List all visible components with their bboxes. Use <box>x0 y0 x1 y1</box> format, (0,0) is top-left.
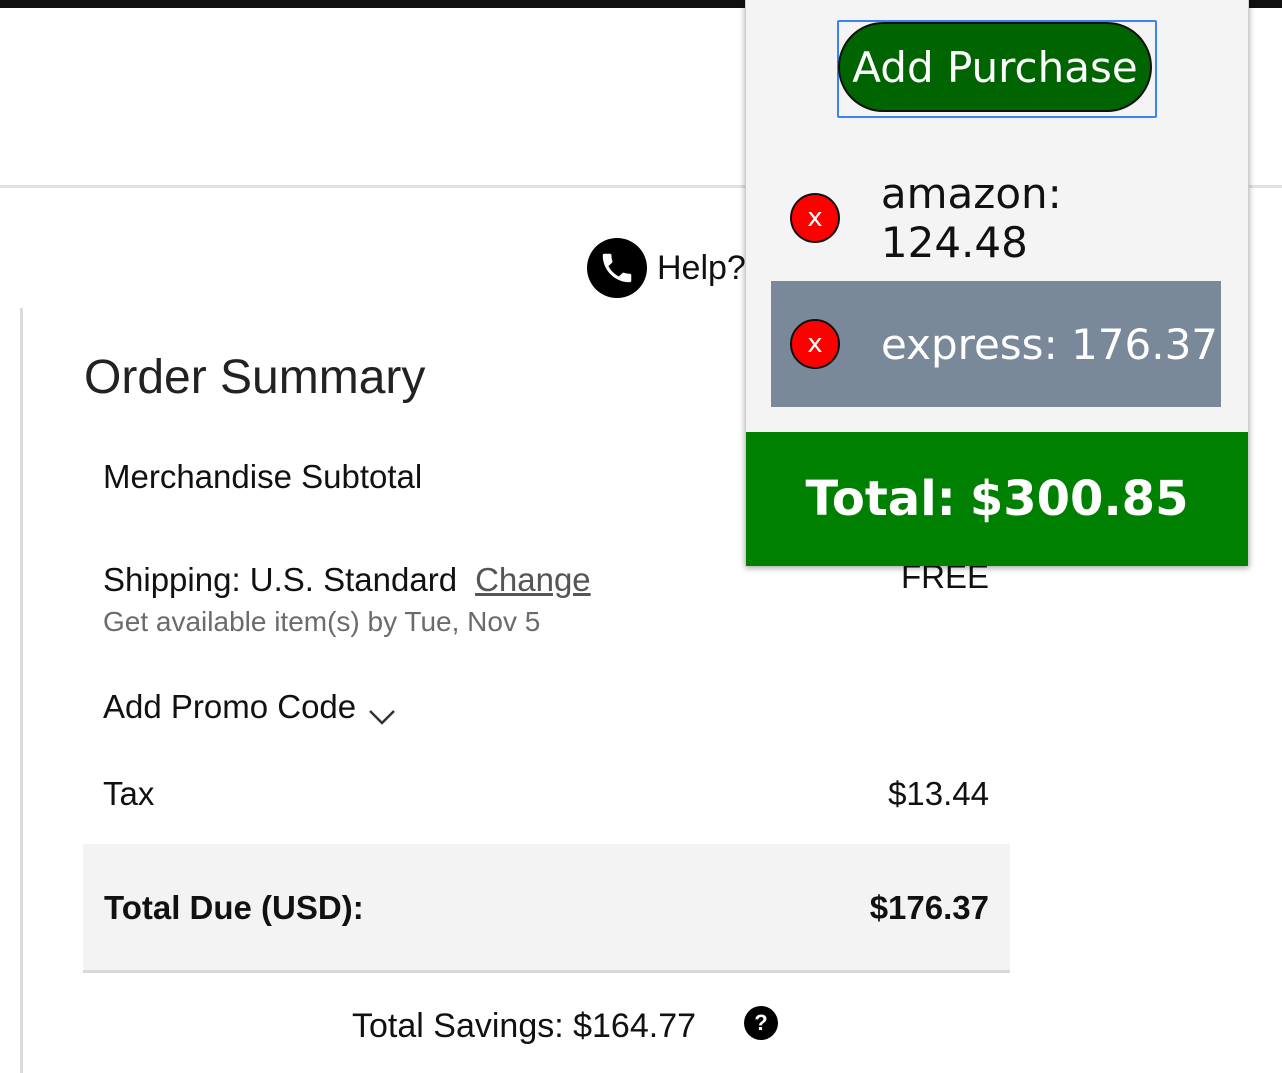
add-purchase-button[interactable]: Add Purchase <box>838 22 1152 112</box>
shipping-row: Shipping: U.S. Standard Change <box>103 561 591 599</box>
help-label: Help? <box>657 248 746 287</box>
remove-purchase-button[interactable]: x <box>790 193 840 243</box>
tax-label: Tax <box>103 775 155 812</box>
purchase-tracker-popup: Add Purchase x amazon: 124.48 x express:… <box>745 0 1249 566</box>
summary-divider <box>20 308 23 1073</box>
tax-value: $13.44 <box>888 775 989 812</box>
shipping-label: Shipping: U.S. Standard <box>103 561 458 598</box>
shipping-change-link[interactable]: Change <box>475 561 591 598</box>
merchandise-subtotal-label: Merchandise Subtotal <box>103 458 423 495</box>
chevron-down-icon <box>368 697 396 725</box>
remove-purchase-button[interactable]: x <box>790 319 840 369</box>
order-summary-title: Order Summary <box>84 351 426 404</box>
help-link[interactable]: Help? <box>587 238 746 298</box>
question-icon[interactable]: ? <box>744 1006 778 1040</box>
total-due-row: Total Due (USD): $176.37 <box>83 844 1010 973</box>
purchase-item-express[interactable]: x express: 176.37 <box>771 281 1221 407</box>
add-promo-code-toggle[interactable]: Add Promo Code <box>103 688 396 726</box>
total-savings: Total Savings: $164.77 <box>352 1007 697 1045</box>
purchase-item-amazon[interactable]: x amazon: 124.48 <box>771 155 1221 281</box>
total-due-label: Total Due (USD): <box>104 889 364 926</box>
popup-total-bar: Total: $300.85 <box>746 432 1248 566</box>
total-due-value: $176.37 <box>869 889 989 926</box>
promo-label: Add Promo Code <box>103 688 357 725</box>
phone-icon <box>587 238 647 298</box>
popup-total-value: $300.85 <box>969 471 1189 527</box>
popup-total-label: Total: <box>805 471 956 527</box>
shipping-estimate: Get available item(s) by Tue, Nov 5 <box>103 606 541 637</box>
purchase-label: express: 176.37 <box>881 319 1219 369</box>
purchase-label: amazon: 124.48 <box>880 169 1062 267</box>
